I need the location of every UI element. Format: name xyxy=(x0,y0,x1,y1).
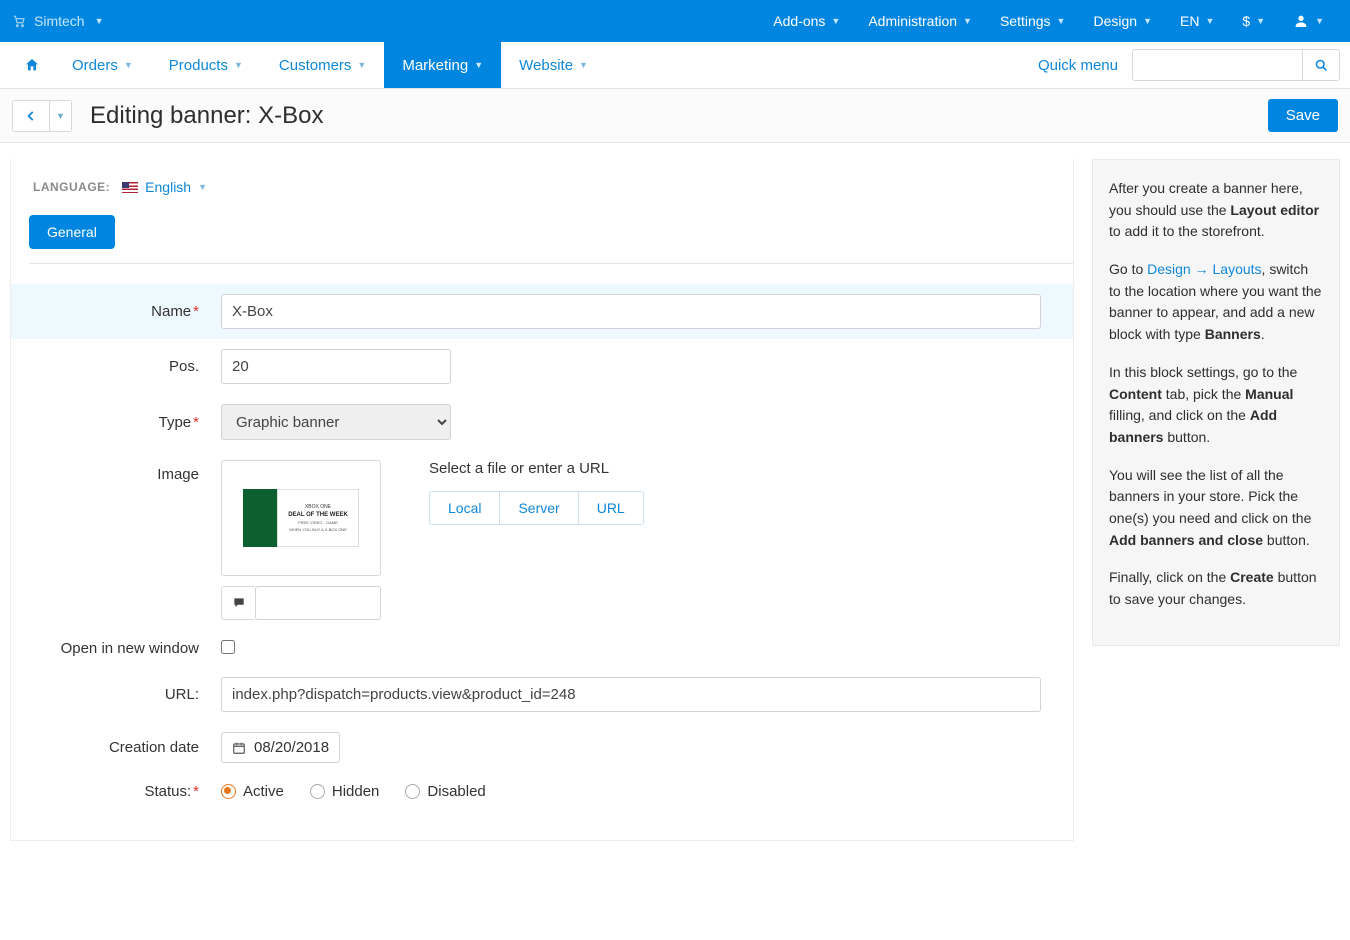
nav-orders[interactable]: Orders▼ xyxy=(54,42,151,88)
top-settings[interactable]: Settings▼ xyxy=(986,13,1080,29)
caret-down-icon: ▼ xyxy=(474,60,483,70)
caret-down-icon: ▼ xyxy=(234,60,243,70)
label-image: Image xyxy=(11,460,221,483)
nav-customers[interactable]: Customers▼ xyxy=(261,42,384,88)
global-search-input[interactable] xyxy=(1132,49,1302,81)
store-selector[interactable]: Simtech ▼ xyxy=(12,13,104,29)
global-search-button[interactable] xyxy=(1302,49,1340,81)
nav-home[interactable] xyxy=(10,42,54,88)
brand-label: Simtech xyxy=(34,13,85,29)
open-new-window-checkbox[interactable] xyxy=(221,640,235,654)
arrow-left-icon xyxy=(24,109,38,123)
back-dropdown[interactable]: ▼ xyxy=(49,101,71,131)
top-currency[interactable]: $▼ xyxy=(1228,13,1279,29)
top-design[interactable]: Design▼ xyxy=(1079,13,1166,29)
caret-down-icon: ▼ xyxy=(1256,16,1265,26)
flag-us-icon xyxy=(122,182,138,193)
label-url: URL: xyxy=(11,686,221,703)
caret-down-icon: ▼ xyxy=(1057,16,1066,26)
status-hidden-radio[interactable] xyxy=(310,784,325,799)
banner-thumbnail: XBOX ONE DEAL OF THE WEEK FREE VIDEO - G… xyxy=(243,489,359,547)
type-select[interactable]: Graphic banner xyxy=(221,404,451,440)
page-title: Editing banner: X-Box xyxy=(90,102,323,130)
caret-down-icon: ▼ xyxy=(1143,16,1152,26)
status-active-radio[interactable] xyxy=(221,784,236,799)
name-input[interactable] xyxy=(221,294,1041,329)
label-status: Status:* xyxy=(11,783,221,800)
top-language[interactable]: EN▼ xyxy=(1166,13,1228,29)
status-active-option[interactable]: Active xyxy=(221,783,284,800)
nav-marketing[interactable]: Marketing▼ xyxy=(384,42,501,88)
caret-down-icon: ▼ xyxy=(831,16,840,26)
quick-menu[interactable]: Quick menu xyxy=(1024,42,1132,88)
help-sidebar: After you create a banner here, you shou… xyxy=(1092,159,1340,646)
alt-text-icon-button[interactable] xyxy=(221,586,255,620)
alt-text-input[interactable] xyxy=(255,586,381,620)
caret-down-icon: ▼ xyxy=(95,16,104,26)
language-value: English xyxy=(145,179,191,195)
file-url-button[interactable]: URL xyxy=(578,492,643,524)
label-creation-date: Creation date xyxy=(11,739,221,756)
language-label: LANGUAGE: xyxy=(33,180,110,194)
save-button[interactable]: Save xyxy=(1268,99,1338,132)
search-icon xyxy=(1314,58,1329,73)
file-select-header: Select a file or enter a URL xyxy=(429,460,644,477)
caret-down-icon: ▼ xyxy=(124,60,133,70)
label-name: Name* xyxy=(11,303,221,320)
label-pos: Pos. xyxy=(11,358,221,375)
caret-down-icon: ▼ xyxy=(357,60,366,70)
creation-date-value: 08/20/2018 xyxy=(254,739,329,756)
status-hidden-option[interactable]: Hidden xyxy=(310,783,380,800)
caret-down-icon: ▼ xyxy=(56,111,65,121)
nav-website[interactable]: Website▼ xyxy=(501,42,606,88)
pos-input[interactable] xyxy=(221,349,451,384)
url-input[interactable] xyxy=(221,677,1041,712)
top-addons[interactable]: Add-ons▼ xyxy=(759,13,854,29)
file-local-button[interactable]: Local xyxy=(430,492,499,524)
cart-icon xyxy=(12,14,26,28)
caret-down-icon: ▼ xyxy=(1205,16,1214,26)
status-disabled-option[interactable]: Disabled xyxy=(405,783,485,800)
home-icon xyxy=(24,57,40,73)
creation-date-input[interactable]: 08/20/2018 xyxy=(221,732,340,763)
top-user[interactable]: ▼ xyxy=(1279,13,1338,29)
nav-products[interactable]: Products▼ xyxy=(151,42,261,88)
tab-general[interactable]: General xyxy=(29,215,115,249)
caret-down-icon: ▼ xyxy=(1315,16,1324,26)
file-server-button[interactable]: Server xyxy=(499,492,577,524)
status-disabled-radio[interactable] xyxy=(405,784,420,799)
caret-down-icon: ▼ xyxy=(198,182,207,192)
top-administration[interactable]: Administration▼ xyxy=(854,13,986,29)
label-open-new: Open in new window xyxy=(11,640,221,657)
language-selector[interactable]: English ▼ xyxy=(122,179,207,195)
calendar-icon xyxy=(232,741,246,755)
caret-down-icon: ▼ xyxy=(963,16,972,26)
user-icon xyxy=(1293,13,1309,29)
speech-bubble-icon xyxy=(232,596,246,610)
back-button[interactable] xyxy=(13,101,49,131)
image-preview[interactable]: XBOX ONE DEAL OF THE WEEK FREE VIDEO - G… xyxy=(221,460,381,576)
label-type: Type* xyxy=(11,414,221,431)
caret-down-icon: ▼ xyxy=(579,60,588,70)
design-layouts-link[interactable]: Design → Layouts xyxy=(1147,261,1261,277)
